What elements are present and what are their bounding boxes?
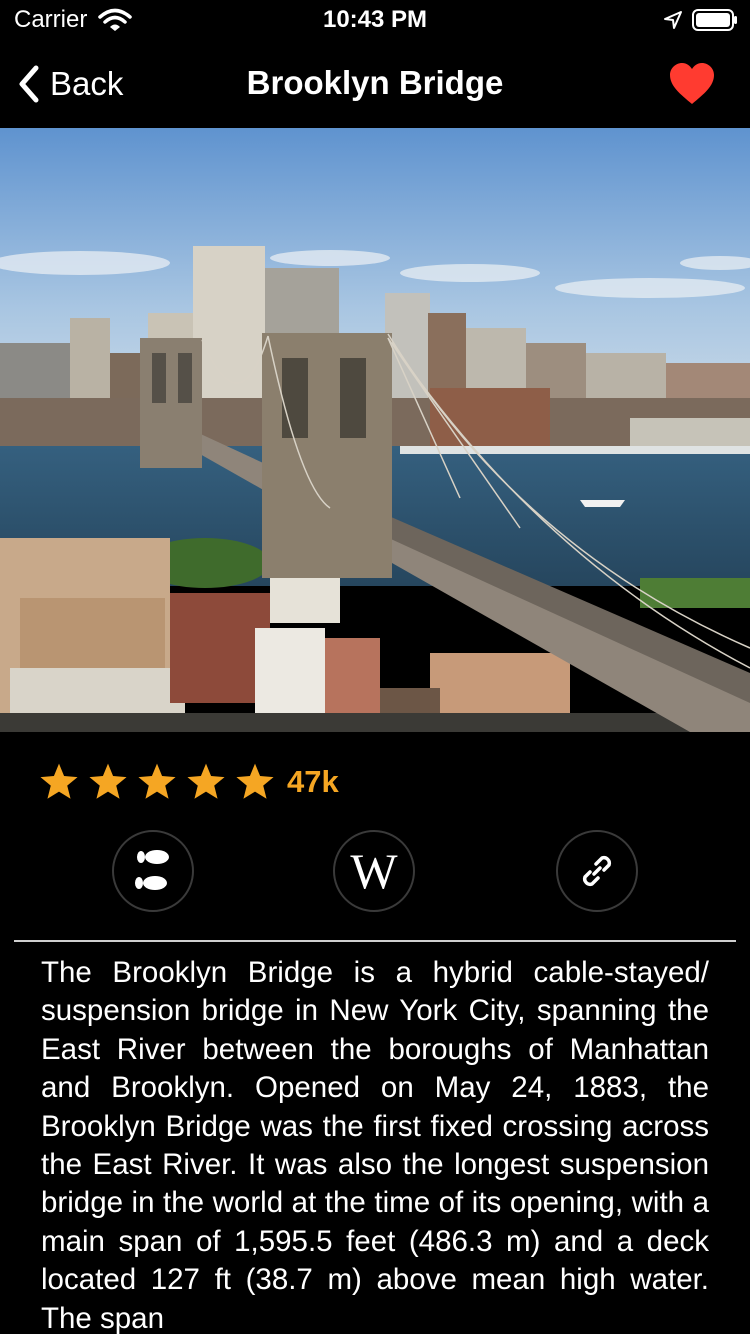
website-link-button[interactable]: [556, 830, 638, 912]
walk-directions-button[interactable]: [112, 830, 194, 912]
star-icon: [89, 763, 127, 799]
location-arrow-icon: [664, 11, 682, 29]
wikipedia-button[interactable]: W: [333, 830, 415, 912]
back-button[interactable]: Back: [14, 62, 123, 106]
battery-icon: [692, 9, 737, 31]
rating-row: 47k: [38, 760, 339, 804]
status-bar: Carrier 10:43 PM: [0, 0, 750, 40]
heart-icon[interactable]: [668, 62, 716, 106]
divider: [14, 940, 736, 942]
link-icon: [582, 855, 612, 887]
footprints-icon: [135, 850, 169, 890]
rating-count: 47k: [287, 764, 339, 799]
star-icon: [187, 763, 225, 799]
wikipedia-icon: W: [350, 843, 398, 899]
navigation-bar: Back Brooklyn Bridge: [0, 40, 750, 128]
back-label: Back: [50, 65, 124, 102]
description-text: The Brooklyn Bridge is a hybrid cable-st…: [41, 956, 709, 1334]
chevron-left-icon: [19, 65, 39, 103]
clock-label: 10:43 PM: [322, 6, 428, 33]
star-icon: [138, 763, 176, 799]
hero-photo: [0, 128, 750, 732]
star-icon: [236, 763, 274, 799]
star-icon: [40, 763, 78, 799]
page-title: Brooklyn Bridge: [246, 64, 504, 101]
